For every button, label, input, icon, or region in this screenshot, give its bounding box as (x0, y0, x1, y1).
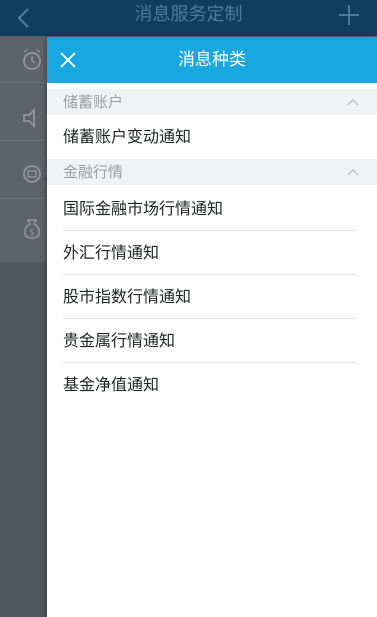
list-item-label: 基金净值通知 (63, 375, 160, 394)
drawer-header: 消息种类 (47, 37, 377, 83)
plus-icon[interactable] (337, 3, 361, 27)
list-item-label: 股市指数行情通知 (63, 287, 192, 306)
drawer-title: 消息种类 (178, 50, 246, 70)
list-item-savings-account-change[interactable]: 储蓄账户变动通知 (47, 115, 377, 159)
list-item-label: 国际金融市场行情通知 (63, 199, 224, 218)
svg-text:$: $ (29, 228, 35, 238)
section-header-savings[interactable]: 储蓄账户 (47, 89, 377, 115)
list-item-forex[interactable]: 外汇行情通知 (47, 231, 377, 275)
wallet-icon (23, 165, 41, 183)
section-label: 储蓄账户 (63, 93, 124, 111)
background-header: 消息服务定制 (0, 0, 377, 36)
list-item-stock-index[interactable]: 股市指数行情通知 (47, 275, 377, 319)
list-item-label: 外汇行情通知 (63, 243, 160, 262)
background-page-title: 消息服务定制 (134, 4, 243, 25)
section-label: 金融行情 (63, 163, 124, 181)
money-bag-icon: $ (24, 219, 40, 239)
chevron-up-icon (347, 169, 359, 176)
message-type-drawer: 消息种类 储蓄账户 储蓄账户变动通知 金融行情 国际金融市场行情通知 外汇行情通… (47, 37, 377, 617)
list-item-intl-financial-market[interactable]: 国际金融市场行情通知 (47, 187, 377, 231)
speaker-icon (23, 107, 35, 129)
list-item-precious-metals[interactable]: 贵金属行情通知 (47, 319, 377, 363)
list-item-fund-nav[interactable]: 基金净值通知 (47, 363, 377, 407)
list-item-label: 储蓄账户变动通知 (63, 127, 192, 146)
chevron-up-icon (347, 99, 359, 106)
list-item-label: 贵金属行情通知 (63, 331, 176, 350)
section-header-financial-market[interactable]: 金融行情 (47, 159, 377, 185)
alarm-clock-icon (23, 49, 41, 70)
